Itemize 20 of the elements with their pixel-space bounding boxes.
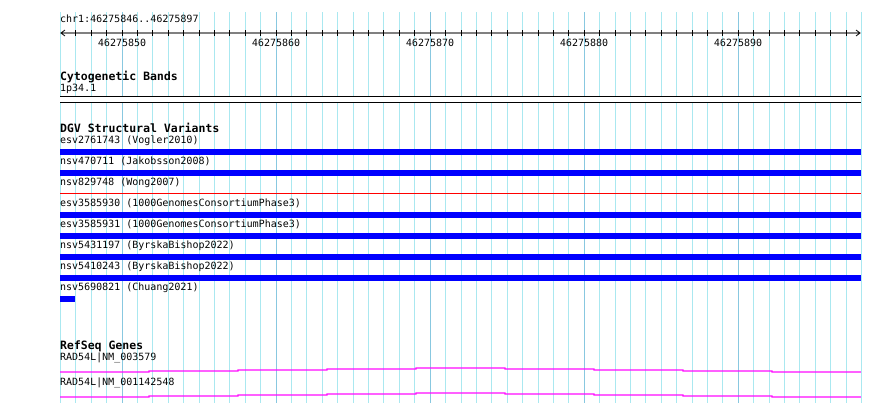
variant-label: nsv5690821 (Chuang2021) bbox=[60, 282, 198, 294]
ruler-tick-label: 46275870 bbox=[406, 38, 454, 50]
variant-label: esv3585930 (1000GenomesConsortiumPhase3) bbox=[60, 198, 301, 210]
variant-label: esv2761743 (Vogler2010) bbox=[60, 135, 198, 147]
region-location: chr1:46275846..46275897 bbox=[60, 14, 198, 26]
ruler-tick-label: 46275860 bbox=[252, 38, 300, 50]
track-title: Cytogenetic Bands bbox=[60, 70, 178, 83]
ruler-tick-label: 46275850 bbox=[98, 38, 146, 50]
variant-label: nsv470711 (Jakobsson2008) bbox=[60, 156, 211, 168]
variant-label: nsv5431197 (ByrskaBishop2022) bbox=[60, 240, 235, 252]
variant-label: nsv5410243 (ByrskaBishop2022) bbox=[60, 261, 235, 273]
track-title: RefSeq Genes bbox=[60, 339, 144, 352]
variant-label: nsv829748 (Wong2007) bbox=[60, 177, 180, 189]
track-title: DGV Structural Variants bbox=[60, 122, 220, 135]
variant-label: esv3585931 (1000GenomesConsortiumPhase3) bbox=[60, 219, 301, 231]
ruler-tick-label: 46275890 bbox=[714, 38, 762, 50]
gene-label: RAD54L|NM_003579 bbox=[60, 352, 156, 364]
cytoband-label: 1p34.1 bbox=[60, 83, 96, 95]
gene-label: RAD54L|NM_001142548 bbox=[60, 377, 174, 389]
ruler-tick-label: 46275880 bbox=[560, 38, 608, 50]
